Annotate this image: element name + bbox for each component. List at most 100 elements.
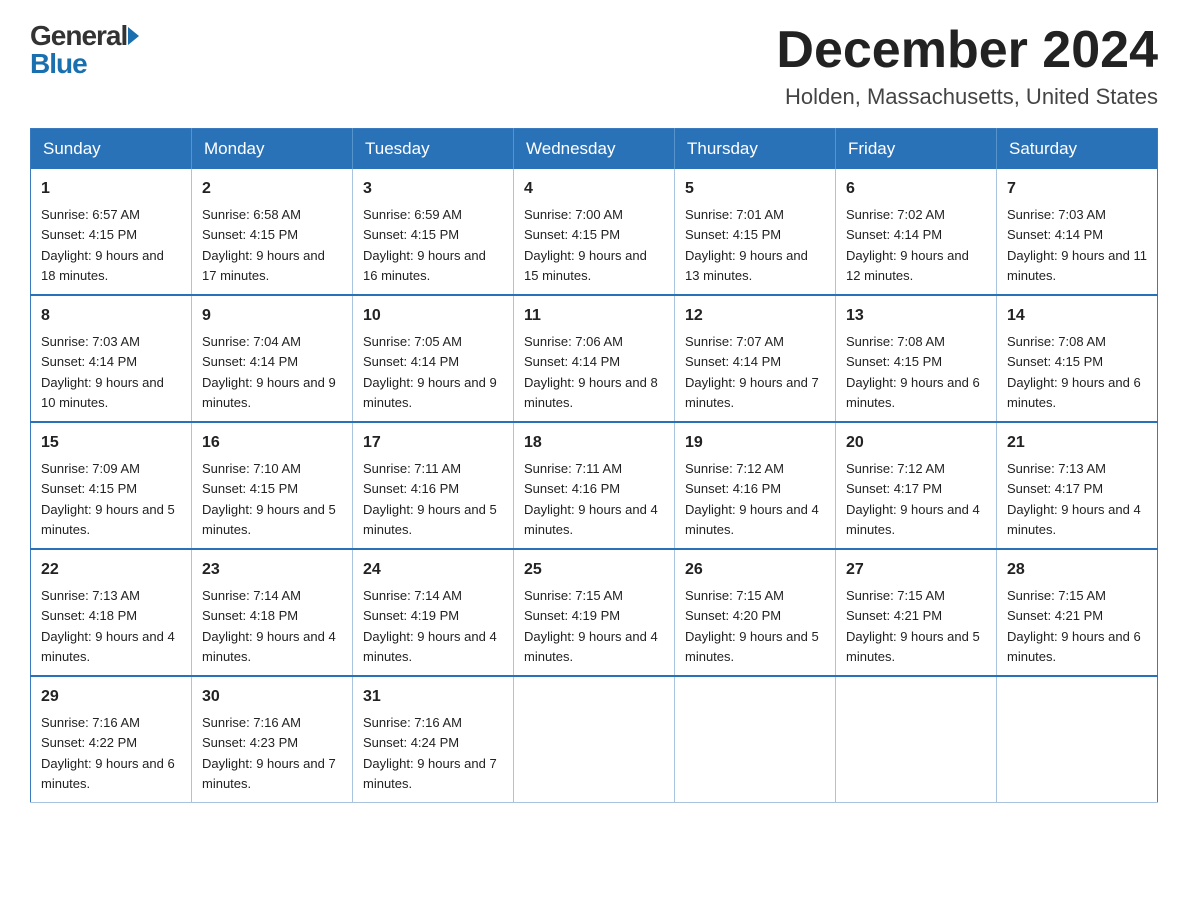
day-info: Sunrise: 7:16 AMSunset: 4:24 PMDaylight:… bbox=[363, 715, 497, 791]
day-info: Sunrise: 7:15 AMSunset: 4:21 PMDaylight:… bbox=[846, 588, 980, 664]
day-info: Sunrise: 7:08 AMSunset: 4:15 PMDaylight:… bbox=[1007, 334, 1141, 410]
calendar-day: 5 Sunrise: 7:01 AMSunset: 4:15 PMDayligh… bbox=[675, 169, 836, 295]
calendar-day: 15 Sunrise: 7:09 AMSunset: 4:15 PMDaylig… bbox=[31, 422, 192, 549]
page-header: General Blue December 2024 Holden, Massa… bbox=[30, 20, 1158, 110]
day-number: 18 bbox=[524, 431, 664, 455]
calendar-week-2: 8 Sunrise: 7:03 AMSunset: 4:14 PMDayligh… bbox=[31, 295, 1158, 422]
day-number: 28 bbox=[1007, 558, 1147, 582]
day-number: 17 bbox=[363, 431, 503, 455]
day-info: Sunrise: 7:15 AMSunset: 4:21 PMDaylight:… bbox=[1007, 588, 1141, 664]
day-number: 12 bbox=[685, 304, 825, 328]
day-number: 11 bbox=[524, 304, 664, 328]
title-section: December 2024 Holden, Massachusetts, Uni… bbox=[776, 20, 1158, 110]
day-number: 2 bbox=[202, 177, 342, 201]
day-number: 6 bbox=[846, 177, 986, 201]
day-number: 14 bbox=[1007, 304, 1147, 328]
day-number: 10 bbox=[363, 304, 503, 328]
day-number: 26 bbox=[685, 558, 825, 582]
day-info: Sunrise: 7:11 AMSunset: 4:16 PMDaylight:… bbox=[363, 461, 497, 537]
day-info: Sunrise: 6:59 AMSunset: 4:15 PMDaylight:… bbox=[363, 207, 486, 283]
day-number: 19 bbox=[685, 431, 825, 455]
day-info: Sunrise: 7:15 AMSunset: 4:20 PMDaylight:… bbox=[685, 588, 819, 664]
calendar-day: 1 Sunrise: 6:57 AMSunset: 4:15 PMDayligh… bbox=[31, 169, 192, 295]
day-number: 8 bbox=[41, 304, 181, 328]
calendar-day: 9 Sunrise: 7:04 AMSunset: 4:14 PMDayligh… bbox=[192, 295, 353, 422]
day-info: Sunrise: 7:11 AMSunset: 4:16 PMDaylight:… bbox=[524, 461, 658, 537]
day-number: 15 bbox=[41, 431, 181, 455]
day-number: 31 bbox=[363, 685, 503, 709]
calendar-day: 24 Sunrise: 7:14 AMSunset: 4:19 PMDaylig… bbox=[353, 549, 514, 676]
day-number: 7 bbox=[1007, 177, 1147, 201]
calendar-day: 6 Sunrise: 7:02 AMSunset: 4:14 PMDayligh… bbox=[836, 169, 997, 295]
day-info: Sunrise: 7:04 AMSunset: 4:14 PMDaylight:… bbox=[202, 334, 336, 410]
day-number: 1 bbox=[41, 177, 181, 201]
col-header-thursday: Thursday bbox=[675, 129, 836, 170]
logo: General Blue bbox=[30, 20, 140, 80]
month-title: December 2024 bbox=[776, 20, 1158, 80]
day-info: Sunrise: 7:03 AMSunset: 4:14 PMDaylight:… bbox=[41, 334, 164, 410]
day-number: 16 bbox=[202, 431, 342, 455]
day-info: Sunrise: 6:57 AMSunset: 4:15 PMDaylight:… bbox=[41, 207, 164, 283]
calendar-day: 14 Sunrise: 7:08 AMSunset: 4:15 PMDaylig… bbox=[997, 295, 1158, 422]
day-number: 13 bbox=[846, 304, 986, 328]
col-header-wednesday: Wednesday bbox=[514, 129, 675, 170]
logo-blue-text: Blue bbox=[30, 48, 87, 80]
day-number: 27 bbox=[846, 558, 986, 582]
day-info: Sunrise: 7:13 AMSunset: 4:18 PMDaylight:… bbox=[41, 588, 175, 664]
calendar-day: 20 Sunrise: 7:12 AMSunset: 4:17 PMDaylig… bbox=[836, 422, 997, 549]
day-number: 4 bbox=[524, 177, 664, 201]
calendar-day: 31 Sunrise: 7:16 AMSunset: 4:24 PMDaylig… bbox=[353, 676, 514, 803]
calendar-day: 8 Sunrise: 7:03 AMSunset: 4:14 PMDayligh… bbox=[31, 295, 192, 422]
col-header-sunday: Sunday bbox=[31, 129, 192, 170]
calendar-day: 4 Sunrise: 7:00 AMSunset: 4:15 PMDayligh… bbox=[514, 169, 675, 295]
calendar-day bbox=[514, 676, 675, 803]
calendar-day: 28 Sunrise: 7:15 AMSunset: 4:21 PMDaylig… bbox=[997, 549, 1158, 676]
day-number: 30 bbox=[202, 685, 342, 709]
day-info: Sunrise: 7:13 AMSunset: 4:17 PMDaylight:… bbox=[1007, 461, 1141, 537]
day-info: Sunrise: 7:16 AMSunset: 4:22 PMDaylight:… bbox=[41, 715, 175, 791]
day-info: Sunrise: 7:10 AMSunset: 4:15 PMDaylight:… bbox=[202, 461, 336, 537]
calendar-day: 23 Sunrise: 7:14 AMSunset: 4:18 PMDaylig… bbox=[192, 549, 353, 676]
day-number: 22 bbox=[41, 558, 181, 582]
day-number: 21 bbox=[1007, 431, 1147, 455]
calendar-week-3: 15 Sunrise: 7:09 AMSunset: 4:15 PMDaylig… bbox=[31, 422, 1158, 549]
calendar-day: 12 Sunrise: 7:07 AMSunset: 4:14 PMDaylig… bbox=[675, 295, 836, 422]
calendar-day: 18 Sunrise: 7:11 AMSunset: 4:16 PMDaylig… bbox=[514, 422, 675, 549]
calendar-day: 11 Sunrise: 7:06 AMSunset: 4:14 PMDaylig… bbox=[514, 295, 675, 422]
day-info: Sunrise: 7:07 AMSunset: 4:14 PMDaylight:… bbox=[685, 334, 819, 410]
day-number: 20 bbox=[846, 431, 986, 455]
calendar-day: 19 Sunrise: 7:12 AMSunset: 4:16 PMDaylig… bbox=[675, 422, 836, 549]
calendar-day: 30 Sunrise: 7:16 AMSunset: 4:23 PMDaylig… bbox=[192, 676, 353, 803]
calendar-day bbox=[675, 676, 836, 803]
day-info: Sunrise: 7:08 AMSunset: 4:15 PMDaylight:… bbox=[846, 334, 980, 410]
day-number: 29 bbox=[41, 685, 181, 709]
day-number: 23 bbox=[202, 558, 342, 582]
day-info: Sunrise: 7:09 AMSunset: 4:15 PMDaylight:… bbox=[41, 461, 175, 537]
day-info: Sunrise: 6:58 AMSunset: 4:15 PMDaylight:… bbox=[202, 207, 325, 283]
day-number: 3 bbox=[363, 177, 503, 201]
day-number: 25 bbox=[524, 558, 664, 582]
calendar-day: 7 Sunrise: 7:03 AMSunset: 4:14 PMDayligh… bbox=[997, 169, 1158, 295]
location-subtitle: Holden, Massachusetts, United States bbox=[776, 84, 1158, 110]
calendar-day: 2 Sunrise: 6:58 AMSunset: 4:15 PMDayligh… bbox=[192, 169, 353, 295]
day-info: Sunrise: 7:03 AMSunset: 4:14 PMDaylight:… bbox=[1007, 207, 1147, 283]
calendar-header-row: Sunday Monday Tuesday Wednesday Thursday… bbox=[31, 129, 1158, 170]
calendar-week-5: 29 Sunrise: 7:16 AMSunset: 4:22 PMDaylig… bbox=[31, 676, 1158, 803]
day-info: Sunrise: 7:16 AMSunset: 4:23 PMDaylight:… bbox=[202, 715, 336, 791]
calendar-day: 29 Sunrise: 7:16 AMSunset: 4:22 PMDaylig… bbox=[31, 676, 192, 803]
day-info: Sunrise: 7:00 AMSunset: 4:15 PMDaylight:… bbox=[524, 207, 647, 283]
calendar-week-1: 1 Sunrise: 6:57 AMSunset: 4:15 PMDayligh… bbox=[31, 169, 1158, 295]
calendar-day: 3 Sunrise: 6:59 AMSunset: 4:15 PMDayligh… bbox=[353, 169, 514, 295]
day-info: Sunrise: 7:15 AMSunset: 4:19 PMDaylight:… bbox=[524, 588, 658, 664]
col-header-tuesday: Tuesday bbox=[353, 129, 514, 170]
calendar-day: 13 Sunrise: 7:08 AMSunset: 4:15 PMDaylig… bbox=[836, 295, 997, 422]
calendar-day: 21 Sunrise: 7:13 AMSunset: 4:17 PMDaylig… bbox=[997, 422, 1158, 549]
col-header-friday: Friday bbox=[836, 129, 997, 170]
calendar-week-4: 22 Sunrise: 7:13 AMSunset: 4:18 PMDaylig… bbox=[31, 549, 1158, 676]
day-info: Sunrise: 7:12 AMSunset: 4:17 PMDaylight:… bbox=[846, 461, 980, 537]
day-info: Sunrise: 7:14 AMSunset: 4:18 PMDaylight:… bbox=[202, 588, 336, 664]
day-info: Sunrise: 7:01 AMSunset: 4:15 PMDaylight:… bbox=[685, 207, 808, 283]
calendar-day: 27 Sunrise: 7:15 AMSunset: 4:21 PMDaylig… bbox=[836, 549, 997, 676]
calendar-day: 17 Sunrise: 7:11 AMSunset: 4:16 PMDaylig… bbox=[353, 422, 514, 549]
day-info: Sunrise: 7:05 AMSunset: 4:14 PMDaylight:… bbox=[363, 334, 497, 410]
